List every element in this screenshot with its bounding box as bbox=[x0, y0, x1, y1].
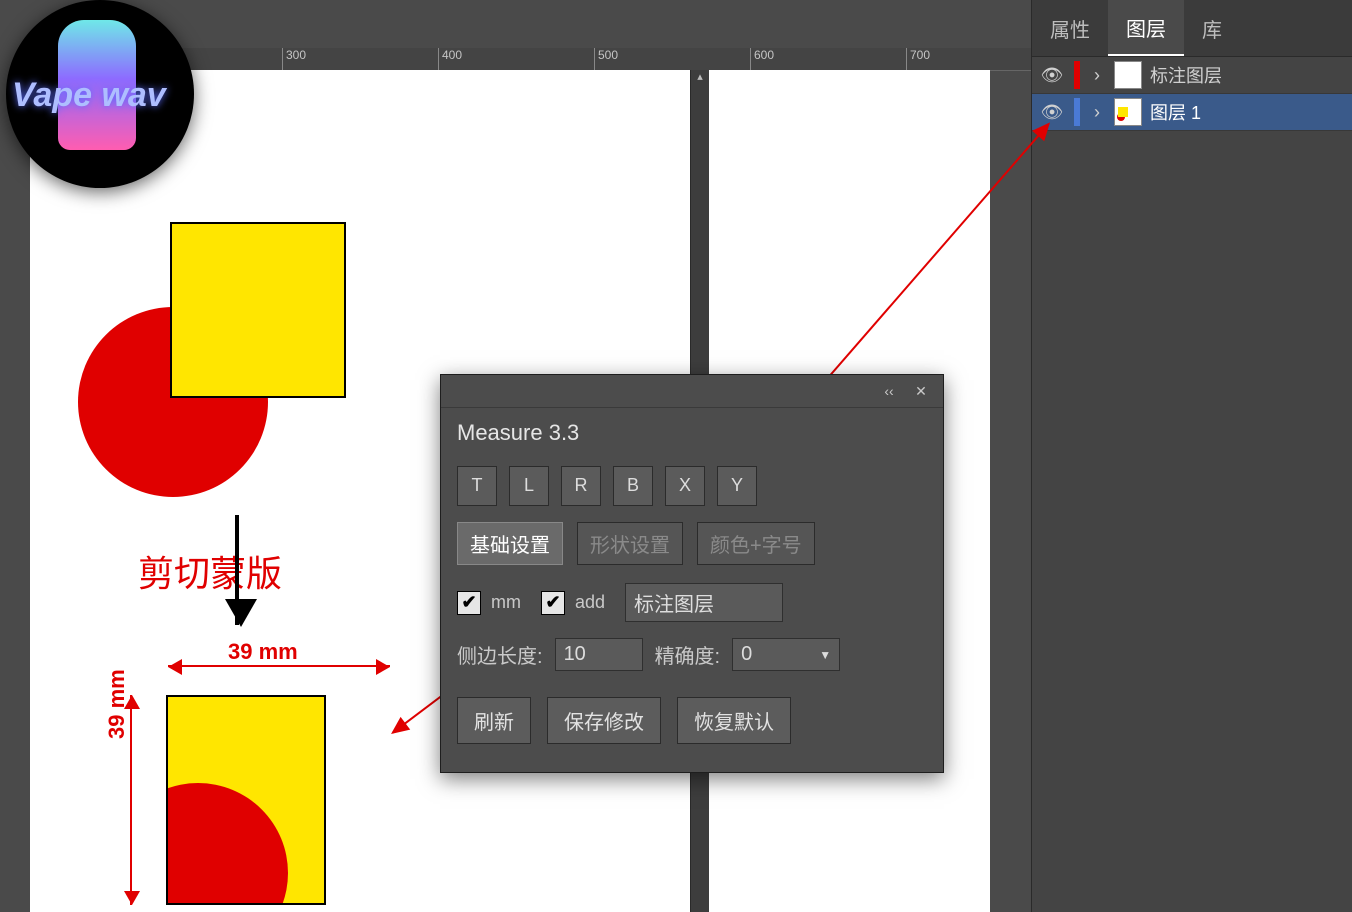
close-icon[interactable]: ✕ bbox=[905, 381, 937, 402]
ruler-tick: 400 bbox=[438, 48, 462, 70]
layer-color-swatch bbox=[1074, 98, 1080, 126]
precision-select[interactable]: 0 ▼ bbox=[732, 638, 840, 671]
refresh-button[interactable]: 刷新 bbox=[457, 697, 531, 744]
layer-name: 标注图层 bbox=[1150, 62, 1222, 88]
anchor-x-button[interactable]: X bbox=[665, 466, 705, 506]
anchor-r-button[interactable]: R bbox=[561, 466, 601, 506]
clip-result[interactable] bbox=[166, 695, 326, 905]
layer-thumbnail bbox=[1114, 61, 1142, 89]
checkbox-add[interactable]: ✔ bbox=[541, 591, 565, 615]
layer-row[interactable]: 👁 › 图层 1 bbox=[1032, 94, 1352, 131]
tab-layers[interactable]: 图层 bbox=[1108, 0, 1184, 56]
visibility-icon[interactable]: 👁 bbox=[1038, 65, 1066, 86]
tab-basic[interactable]: 基础设置 bbox=[457, 522, 563, 565]
ruler-tick: 600 bbox=[750, 48, 774, 70]
tab-properties[interactable]: 属性 bbox=[1032, 0, 1108, 56]
dimension-top: 39 mm bbox=[168, 665, 390, 697]
layer-color-swatch bbox=[1074, 61, 1080, 89]
chevron-right-icon[interactable]: › bbox=[1088, 102, 1106, 123]
panel-title: Measure 3.3 bbox=[441, 408, 943, 456]
layer-thumbnail bbox=[1114, 98, 1142, 126]
precision-label: 精确度: bbox=[655, 640, 721, 669]
tab-color-font[interactable]: 颜色+字号 bbox=[697, 522, 815, 565]
add-label: add bbox=[575, 592, 605, 613]
avatar-caption: Vape wav bbox=[12, 76, 166, 115]
anchor-y-button[interactable]: Y bbox=[717, 466, 757, 506]
save-button[interactable]: 保存修改 bbox=[547, 697, 661, 744]
measured-artwork: 39 mm 39 mm bbox=[130, 665, 390, 912]
checkbox-unit[interactable]: ✔ bbox=[457, 591, 481, 615]
layer-name: 图层 1 bbox=[1150, 99, 1201, 125]
layer-name-input[interactable]: 标注图层 bbox=[625, 583, 783, 622]
layers-list: 👁 › 标注图层 👁 › 图层 1 bbox=[1032, 57, 1352, 912]
dimension-left-label: 39 mm bbox=[104, 669, 130, 739]
anchor-b-button[interactable]: B bbox=[613, 466, 653, 506]
layer-row[interactable]: 👁 › 标注图层 bbox=[1032, 57, 1352, 94]
dimension-top-label: 39 mm bbox=[228, 639, 298, 665]
ruler-tick: 300 bbox=[282, 48, 306, 70]
scroll-up-icon[interactable]: ▴ bbox=[691, 70, 709, 88]
right-tabs: 属性 图层 库 bbox=[1032, 0, 1352, 57]
anchor-buttons: T L R B X Y bbox=[457, 466, 927, 506]
caption-clip-mask: 剪切蒙版 bbox=[138, 545, 282, 597]
arrow-down-icon bbox=[235, 515, 239, 625]
measure-panel[interactable]: ‹‹ ✕ Measure 3.3 T L R B X Y 基础设置 形状设置 颜… bbox=[440, 374, 944, 773]
reset-button[interactable]: 恢复默认 bbox=[677, 697, 791, 744]
dimension-left: 39 mm bbox=[130, 695, 162, 905]
ruler-tick: 500 bbox=[594, 48, 618, 70]
chevron-right-icon[interactable]: › bbox=[1088, 65, 1106, 86]
side-length-label: 侧边长度: bbox=[457, 640, 543, 669]
unit-label: mm bbox=[491, 592, 521, 613]
settings-tabs: 基础设置 形状设置 颜色+字号 bbox=[457, 522, 927, 565]
chevron-down-icon: ▼ bbox=[819, 648, 831, 662]
tab-library[interactable]: 库 bbox=[1184, 0, 1240, 56]
tab-shape[interactable]: 形状设置 bbox=[577, 522, 683, 565]
minimize-icon[interactable]: ‹‹ bbox=[873, 381, 905, 401]
avatar: Vape wav bbox=[6, 0, 194, 188]
ruler-tick: 700 bbox=[906, 48, 930, 70]
panel-titlebar[interactable]: ‹‹ ✕ bbox=[441, 375, 943, 408]
anchor-l-button[interactable]: L bbox=[509, 466, 549, 506]
clip-circle bbox=[166, 783, 288, 905]
shape-square[interactable] bbox=[170, 222, 346, 398]
precision-value: 0 bbox=[741, 643, 752, 666]
canvas-zone: 300 400 500 600 700 剪切蒙版 39 mm 39 mm bbox=[0, 0, 1031, 912]
anchor-t-button[interactable]: T bbox=[457, 466, 497, 506]
right-panel: 属性 图层 库 👁 › 标注图层 👁 › 图层 1 bbox=[1031, 0, 1352, 912]
side-length-input[interactable]: 10 bbox=[555, 638, 643, 671]
